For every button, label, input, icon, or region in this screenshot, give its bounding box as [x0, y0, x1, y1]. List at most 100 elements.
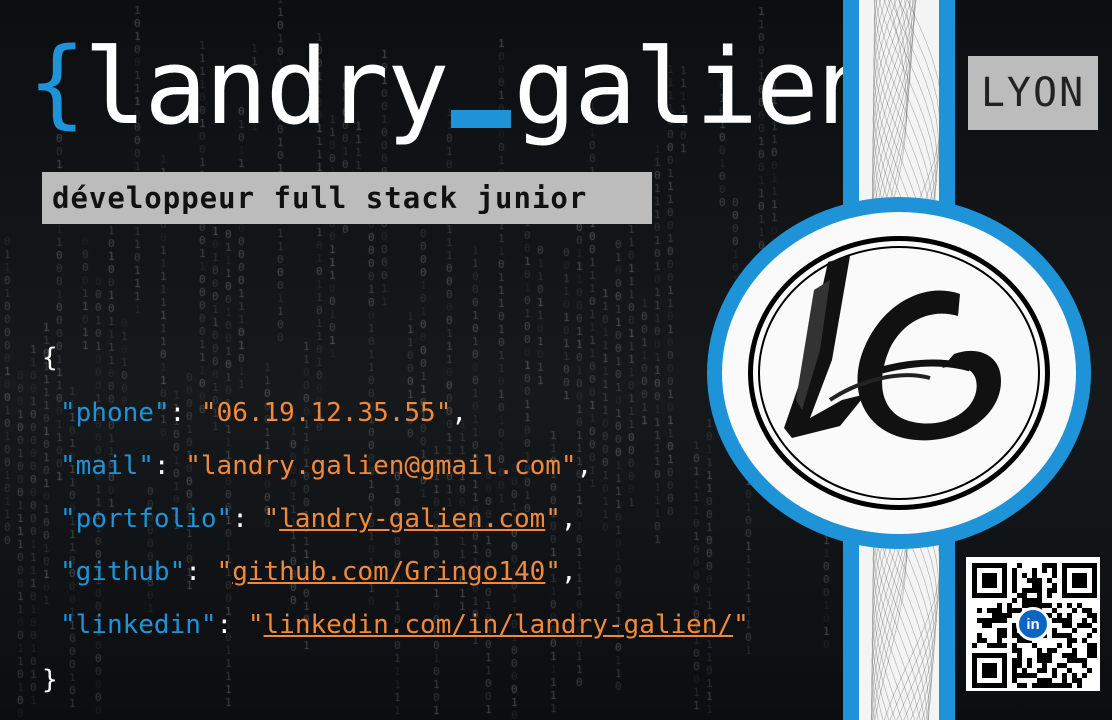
qr-module — [1012, 568, 1017, 573]
qr-module — [1017, 593, 1022, 598]
qr-module — [982, 623, 987, 628]
qr-module — [1037, 668, 1042, 673]
qr-module — [1042, 683, 1047, 688]
qr-module — [1052, 608, 1057, 613]
qr-module — [1052, 588, 1057, 593]
qr-module — [1042, 653, 1047, 658]
qr-module — [982, 638, 987, 643]
qr-module — [1047, 593, 1052, 598]
qr-module — [1077, 623, 1082, 628]
lg-monogram-logo — [784, 256, 1001, 441]
qr-module — [1012, 578, 1017, 583]
qr-module — [1017, 563, 1022, 568]
qr-module — [1082, 673, 1087, 678]
qr-module — [1032, 583, 1037, 588]
qr-module — [1002, 633, 1007, 638]
qr-module — [1017, 673, 1022, 678]
qr-module — [1032, 673, 1037, 678]
qr-module — [1022, 668, 1027, 673]
qr-module — [1077, 658, 1082, 663]
qr-module — [1072, 658, 1077, 663]
qr-module — [992, 608, 997, 613]
qr-module — [1042, 668, 1047, 673]
qr-module — [977, 638, 982, 643]
qr-module — [1017, 648, 1022, 653]
qr-module — [1052, 583, 1057, 588]
linkedin-icon: in — [1016, 607, 1050, 641]
qr-module — [1042, 658, 1047, 663]
qr-module — [982, 573, 997, 588]
qr-module — [997, 603, 1002, 608]
qr-module — [1027, 673, 1032, 678]
qr-module — [1042, 663, 1047, 668]
qr-module — [1087, 613, 1092, 618]
qr-module — [977, 618, 982, 623]
qr-module — [1062, 663, 1067, 668]
qr-module — [1012, 673, 1017, 678]
portfolio-link[interactable]: landry-galien.com — [279, 504, 545, 534]
qr-module — [997, 608, 1002, 613]
qr-module — [972, 643, 977, 648]
qr-module — [1052, 563, 1057, 568]
qr-module — [1017, 658, 1022, 663]
qr-module — [987, 623, 992, 628]
qr-module — [1012, 643, 1017, 648]
qr-module — [1072, 638, 1077, 643]
qr-module — [1072, 673, 1077, 678]
qr-module — [1007, 608, 1012, 613]
qr-module — [1047, 578, 1052, 583]
qr-module — [1032, 588, 1037, 593]
qr-module — [1032, 578, 1037, 583]
qr-module — [1022, 598, 1027, 603]
qr-module — [1007, 603, 1012, 608]
qr-module — [1057, 633, 1062, 638]
github-link[interactable]: github.com/Gringo140 — [232, 557, 545, 587]
qr-module — [997, 633, 1002, 638]
code-line-github: "github": "github.com/Gringo140", — [60, 557, 577, 587]
qr-module — [1092, 628, 1097, 633]
qr-module — [1047, 648, 1052, 653]
key-phone: "phone" — [60, 398, 170, 428]
qr-module — [1072, 573, 1087, 588]
qr-module — [1052, 648, 1057, 653]
brace-open: { — [28, 27, 86, 139]
qr-module — [1022, 588, 1027, 593]
qr-module — [1037, 598, 1042, 603]
linkedin-link[interactable]: linkedin.com/in/landry-galien/ — [264, 610, 734, 640]
qr-module — [997, 628, 1002, 633]
qr-module — [1072, 628, 1077, 633]
qr-module — [1052, 633, 1057, 638]
code-line-phone: "phone": "06.19.12.35.55", — [60, 398, 467, 428]
qr-module — [1067, 683, 1072, 688]
underscore-bar — [451, 110, 512, 128]
qr-module — [997, 618, 1002, 623]
job-title: développeur full stack junior — [42, 172, 652, 224]
qr-module — [1067, 613, 1072, 618]
value-mail[interactable]: "landry.galien@gmail.com" — [185, 451, 576, 481]
qr-module — [1017, 683, 1022, 688]
qr-module — [1062, 653, 1067, 658]
qr-module — [1077, 603, 1082, 608]
key-linkedin: "linkedin" — [60, 610, 217, 640]
qr-module — [987, 643, 992, 648]
code-line-linkedin: "linkedin": "linkedin.com/in/landry-gali… — [60, 610, 749, 640]
qr-module — [1082, 658, 1087, 663]
qr-module — [1052, 618, 1057, 623]
qr-module — [1037, 678, 1042, 683]
qr-module — [1082, 623, 1087, 628]
qr-module — [1022, 573, 1027, 578]
qr-module — [1012, 573, 1017, 578]
qr-module — [1087, 623, 1092, 628]
qr-module — [1067, 643, 1072, 648]
qr-module — [1047, 658, 1052, 663]
qr-module — [1072, 648, 1077, 653]
qr-module — [977, 608, 982, 613]
qr-module — [1017, 663, 1022, 668]
qr-module — [1037, 578, 1042, 583]
qr-module — [1012, 678, 1017, 683]
qr-module — [1092, 653, 1097, 658]
qr-module — [1067, 658, 1072, 663]
code-open-brace: { — [42, 343, 58, 373]
qr-module — [1052, 568, 1057, 573]
qr-module — [1087, 633, 1092, 638]
